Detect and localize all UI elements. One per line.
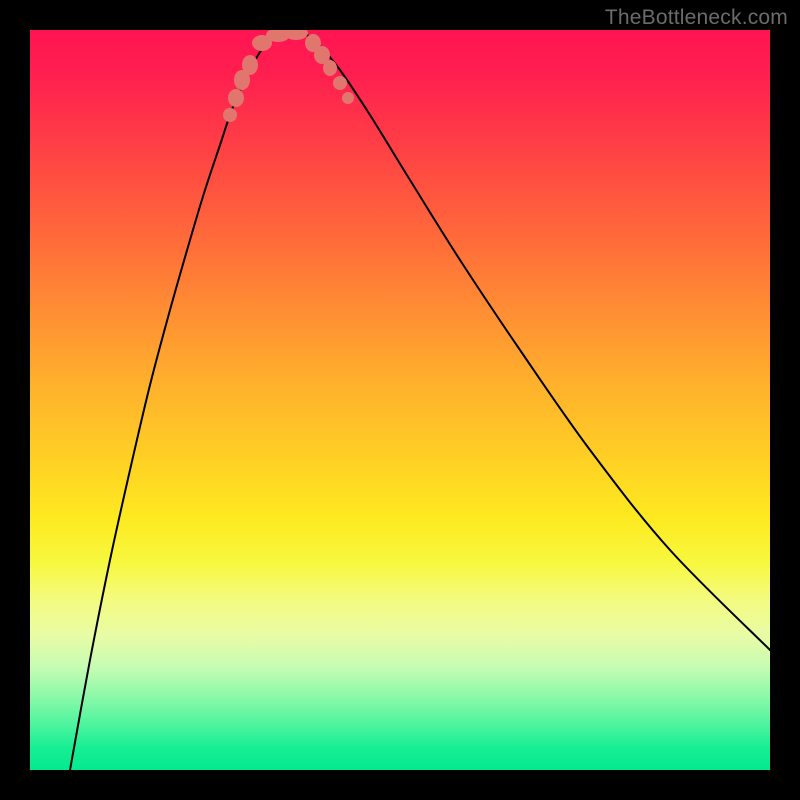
bottleneck-curve <box>70 30 770 770</box>
marker-group <box>223 30 354 122</box>
plot-area <box>30 30 770 770</box>
bottleneck-curve <box>70 30 770 770</box>
right-cluster-marker <box>333 76 347 90</box>
chart-frame: TheBottleneck.com <box>0 0 800 800</box>
left-cluster-marker <box>242 55 258 75</box>
right-cluster-marker <box>342 92 354 104</box>
curve-svg <box>30 30 770 770</box>
left-cluster-marker <box>223 108 237 122</box>
left-cluster-marker <box>228 89 244 107</box>
watermark-text: TheBottleneck.com <box>605 6 788 30</box>
right-cluster-marker <box>323 60 337 76</box>
